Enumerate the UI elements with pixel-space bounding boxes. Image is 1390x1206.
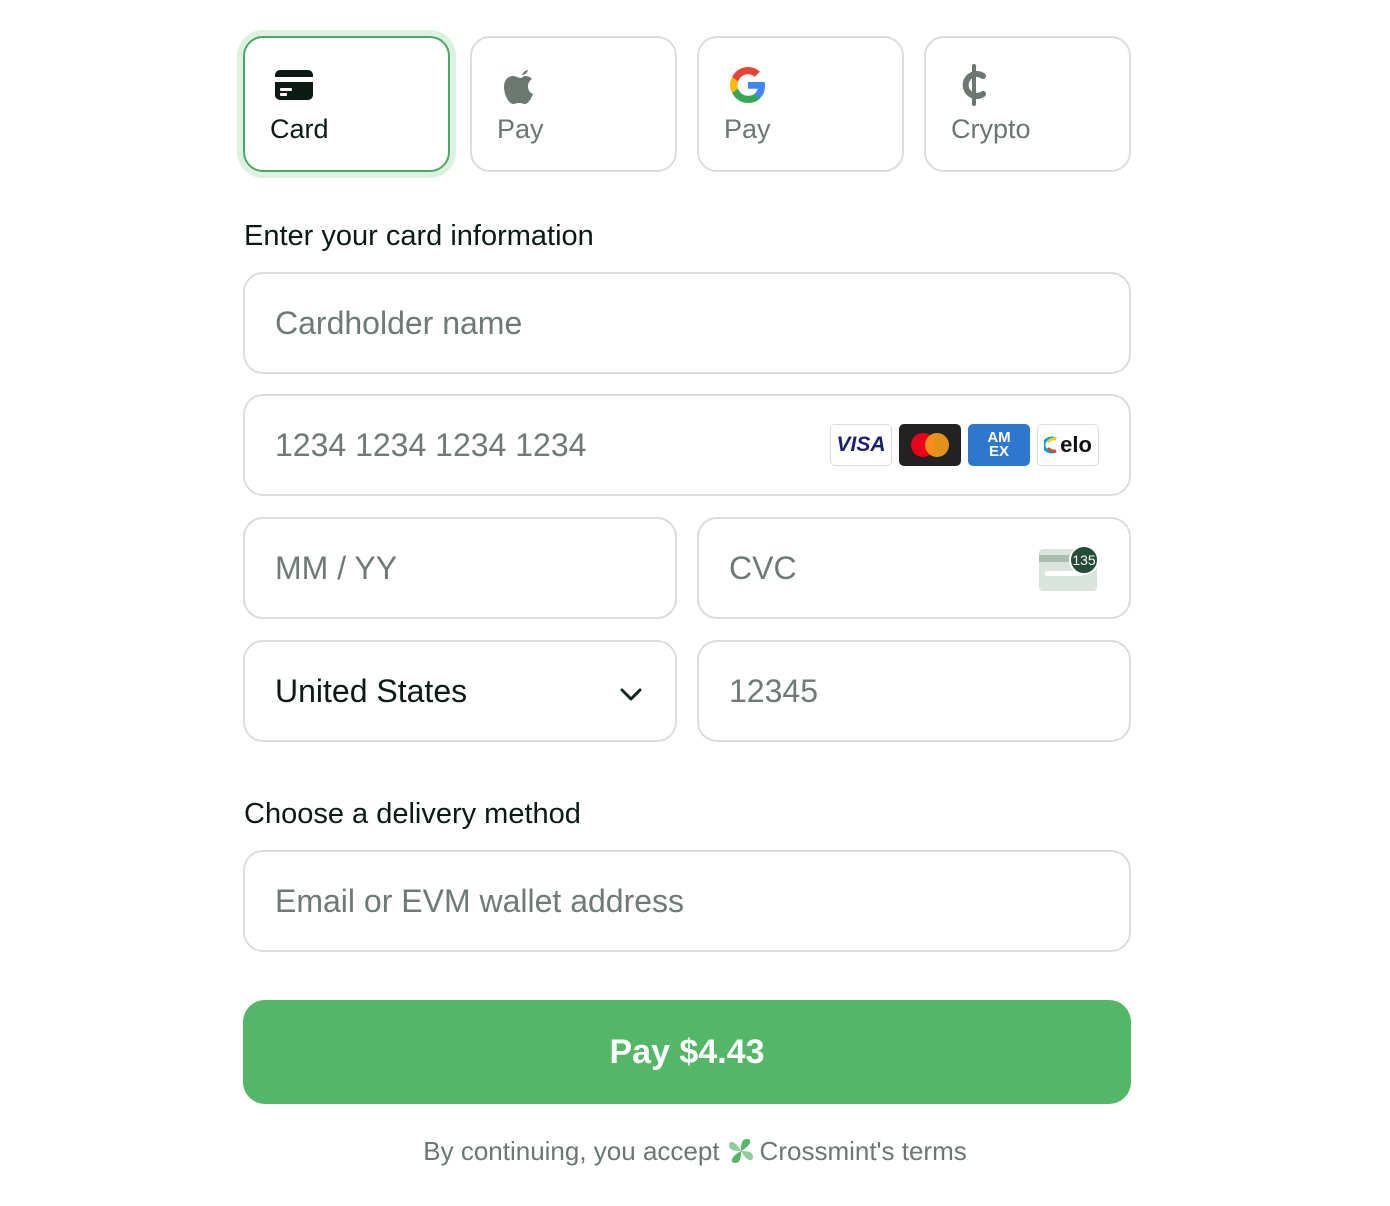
credit-card-icon — [275, 70, 313, 100]
tab-apple-pay[interactable]: Pay — [470, 36, 677, 172]
tab-apple-pay-label: Pay — [497, 114, 544, 144]
chevron-down-icon — [620, 688, 642, 701]
cardholder-name-field[interactable] — [243, 272, 1131, 374]
zip-input[interactable] — [729, 672, 1129, 710]
tab-card-label: Card — [270, 114, 329, 144]
visa-logo: VISA — [830, 424, 892, 466]
checkout-form: Card Pay Pay Crypto Enter your card info… — [0, 0, 1390, 1206]
delivery-address-input[interactable] — [275, 882, 1129, 920]
cvc-field[interactable]: 135 — [697, 517, 1131, 619]
delivery-address-field[interactable] — [243, 850, 1131, 952]
crossmint-logo-icon — [728, 1139, 753, 1163]
crossmint-terms-link[interactable]: Crossmint's terms — [760, 1136, 967, 1166]
zip-field[interactable] — [697, 640, 1131, 742]
tab-google-pay-label: Pay — [724, 114, 771, 144]
card-brands: VISA AM EX elo — [830, 424, 1099, 466]
expiry-field[interactable] — [243, 517, 677, 619]
terms-prefix: By continuing, you accept — [423, 1136, 720, 1166]
apple-icon — [504, 70, 533, 104]
mastercard-circles-icon — [911, 433, 949, 457]
mastercard-logo — [899, 424, 961, 466]
card-section-title: Enter your card information — [244, 220, 594, 252]
google-icon — [730, 67, 765, 103]
cardholder-name-input[interactable] — [275, 304, 1129, 342]
elo-logo: elo — [1037, 424, 1099, 466]
tab-crypto-label: Crypto — [951, 114, 1031, 144]
card-number-field[interactable]: VISA AM EX elo — [243, 394, 1131, 496]
cent-icon — [962, 64, 986, 106]
cvc-card-icon: 135 — [1039, 545, 1099, 591]
delivery-section-title: Choose a delivery method — [244, 798, 581, 830]
elo-text: elo — [1060, 432, 1092, 457]
card-number-input[interactable] — [275, 426, 795, 464]
tab-crypto[interactable]: Crypto — [924, 36, 1131, 172]
elo-ring-icon — [1044, 436, 1057, 454]
pay-button[interactable]: Pay $4.43 — [243, 1000, 1131, 1104]
tab-google-pay[interactable]: Pay — [697, 36, 904, 172]
terms-notice: By continuing, you accept Crossmint's te… — [0, 1136, 1390, 1167]
cvc-badge: 135 — [1069, 545, 1099, 575]
amex-logo: AM EX — [968, 424, 1030, 466]
expiry-input[interactable] — [275, 549, 675, 587]
cvc-input[interactable] — [729, 549, 1009, 587]
country-value: United States — [275, 672, 468, 709]
country-select[interactable]: United States — [243, 640, 677, 742]
tab-card[interactable]: Card — [243, 36, 450, 172]
